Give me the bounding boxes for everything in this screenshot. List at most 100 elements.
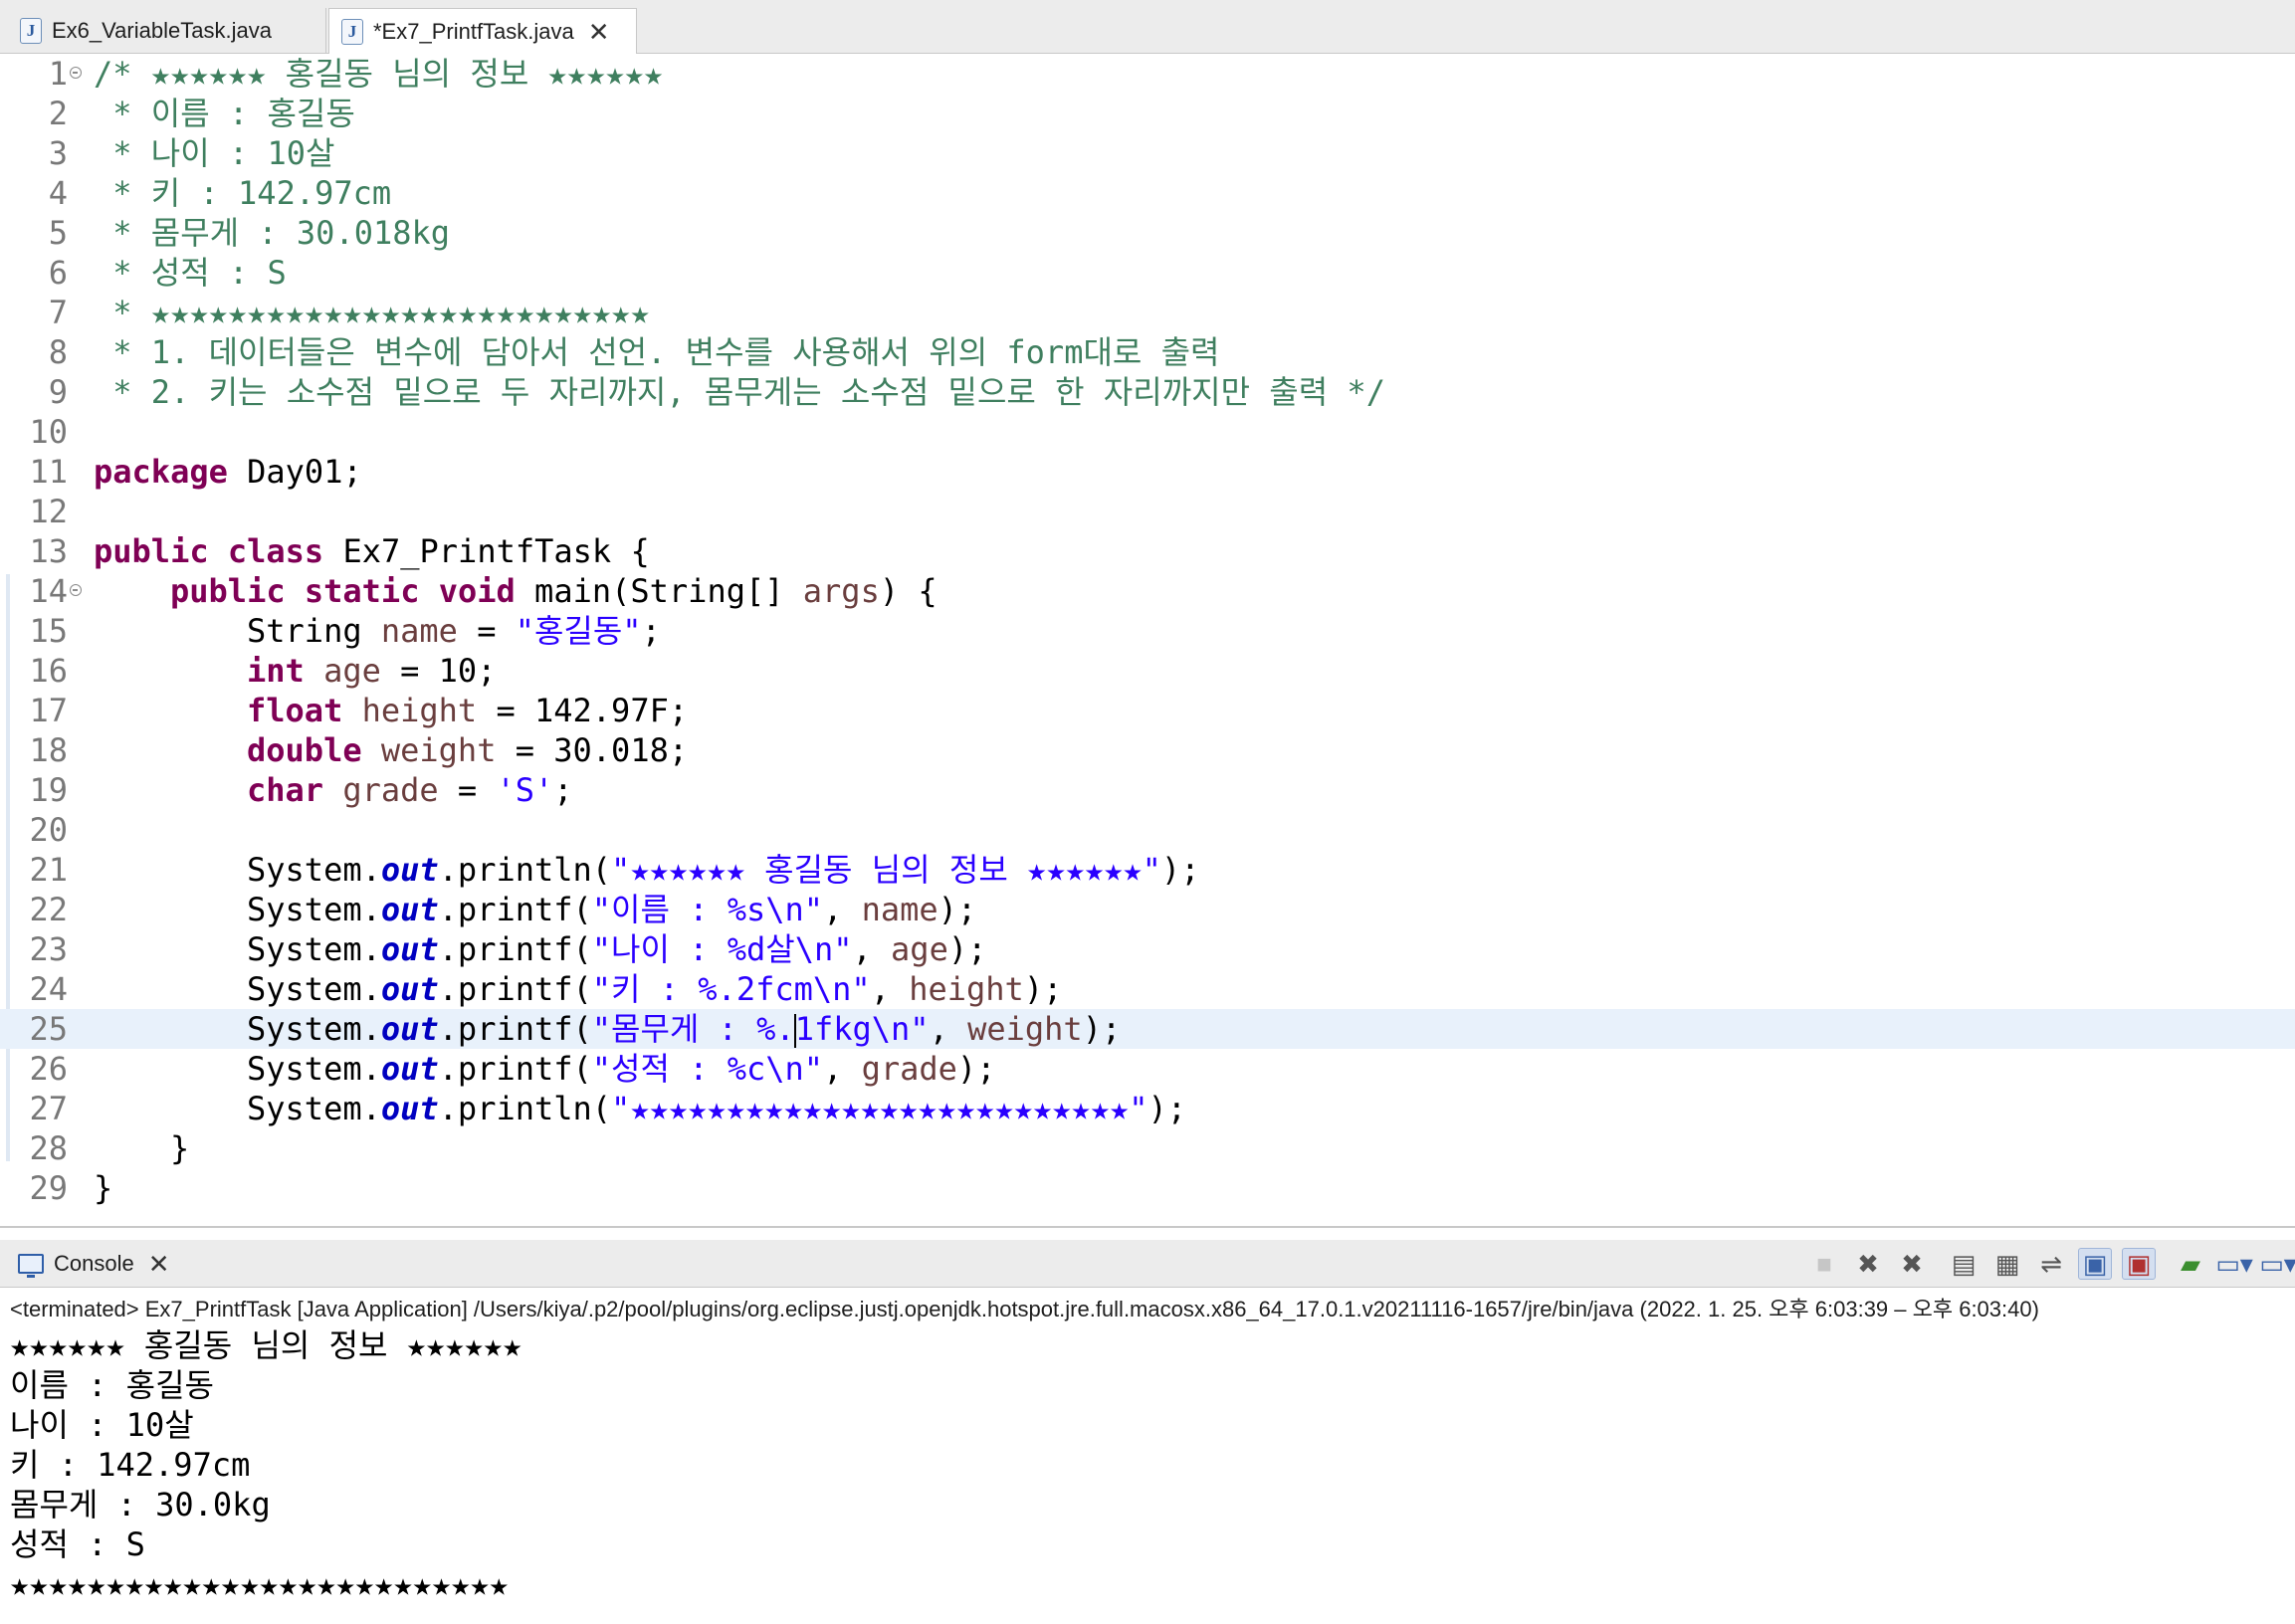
code-line: 24 System.out.printf("키 : %.2fcm\n", hei… — [0, 969, 2295, 1009]
tab-ex7-printftask[interactable]: J *Ex7_PrintfTask.java ✕ — [328, 8, 637, 54]
tab-label: *Ex7_PrintfTask.java — [373, 18, 574, 44]
code-line: 28 } — [0, 1128, 2295, 1168]
console-output[interactable]: ★★★★★★ 홍길동 님의 정보 ★★★★★★ 이름 : 홍길동 나이 : 10… — [10, 1325, 2289, 1624]
static-field: out — [380, 891, 439, 928]
code-line: 13 public class Ex7_PrintfTask { — [0, 531, 2295, 571]
method-call: .println( — [438, 851, 612, 889]
type-name: String — [247, 612, 362, 650]
class-declaration: public class Ex7_PrintfTask { — [94, 531, 650, 571]
string-literal: "키 : %.2fcm\n" — [591, 970, 871, 1008]
code-line: 3 * 나이 : 10살 — [0, 133, 2295, 173]
closing-brace: } — [94, 1169, 113, 1207]
tab-ex6-variabletask[interactable]: J Ex6_VariableTask.java — [8, 8, 326, 54]
method-call: .printf( — [438, 930, 592, 968]
line-number: 28 — [29, 1129, 68, 1167]
tab-console[interactable]: Console ✕ — [8, 1240, 170, 1288]
java-file-icon: J — [341, 18, 363, 45]
class-ref: System. — [247, 930, 381, 968]
numeric-literal: 30.018 — [553, 731, 669, 769]
statement-end: ); — [938, 891, 977, 928]
console-toolbar: ■ ✖ ✖ ▤ ▦ ⇌ ▣ ▣ ▰ ▭▾ ▭▾ — [1797, 1246, 2295, 1282]
code-line: 17 float height = 142.97F; — [0, 691, 2295, 730]
output-line: 키 : 142.97cm — [10, 1446, 251, 1484]
variable-name: grade — [342, 771, 439, 809]
clear-console-icon[interactable]: ▤ — [1947, 1248, 1981, 1280]
class-ref: System. — [247, 970, 381, 1008]
show-on-stderr-icon[interactable]: ▣ — [2122, 1248, 2156, 1280]
keyword: public — [94, 532, 209, 570]
print-statement: System.out.printf("나이 : %d살\n", age); — [247, 929, 986, 969]
keyword: public — [170, 572, 286, 610]
line-number: 8 — [48, 333, 68, 371]
variable-ref: grade — [861, 1050, 957, 1088]
code-editor[interactable]: 1 /* ★★★★★★ 홍길동 님의 정보 ★★★★★★ 2 * 이름 : 홍길… — [0, 54, 2295, 1228]
close-icon[interactable]: ✕ — [588, 19, 610, 45]
fold-collapse-icon[interactable] — [70, 67, 82, 79]
class-ref: System. — [247, 1090, 381, 1127]
comment-text: * 나이 : 10살 — [94, 134, 335, 172]
line-number: 22 — [29, 891, 68, 928]
code-line: 11 package Day01; — [0, 452, 2295, 492]
code-line: 15 String name = "홍길동"; — [0, 611, 2295, 651]
code-line: 22 System.out.printf("이름 : %s\n", name); — [0, 890, 2295, 929]
show-on-stdout-icon[interactable]: ▣ — [2078, 1248, 2112, 1280]
comment-text: * 이름 : 홍길동 — [94, 95, 355, 132]
scroll-lock-icon[interactable]: ▦ — [1990, 1248, 2024, 1280]
string-literal: "홍길동" — [515, 612, 642, 650]
class-name: Ex7_PrintfTask { — [323, 532, 650, 570]
output-line: 성적 : S — [10, 1525, 145, 1563]
java-file-icon: J — [20, 18, 42, 44]
code-line: 1 /* ★★★★★★ 홍길동 님의 정보 ★★★★★★ — [0, 54, 2295, 94]
output-line: 몸무게 : 30.0kg — [10, 1486, 271, 1523]
string-literal: "나이 : %d살\n" — [591, 930, 853, 968]
close-icon[interactable]: ✕ — [148, 1251, 170, 1277]
comment-text: /* ★★★★★★ 홍길동 님의 정보 ★★★★★★ — [94, 55, 664, 93]
package-name: Day01; — [227, 453, 362, 491]
code-line: 26 System.out.printf("성적 : %c\n", grade)… — [0, 1049, 2295, 1089]
string-literal: "성적 : %c\n" — [591, 1050, 824, 1088]
remove-all-terminated-icon[interactable]: ✖ — [1895, 1248, 1929, 1280]
arg-separator: , — [929, 1010, 968, 1048]
line-number: 12 — [29, 493, 68, 530]
print-statement: System.out.printf("몸무게 : %.1fkg\n", weig… — [247, 1009, 1121, 1049]
variable-name: age — [323, 652, 381, 690]
class-ref: System. — [247, 891, 381, 928]
statement-end: ); — [956, 1050, 996, 1088]
line-number: 7 — [48, 294, 68, 331]
variable-declaration: char grade = 'S'; — [247, 771, 573, 809]
code-line: 8 * 1. 데이터들은 변수에 담아서 선언. 변수를 사용해서 위의 for… — [0, 332, 2295, 372]
open-console-icon[interactable]: ▭▾ — [2259, 1248, 2295, 1280]
print-statement: System.out.printf("키 : %.2fcm\n", height… — [247, 969, 1062, 1009]
remove-launch-icon[interactable]: ✖ — [1851, 1248, 1885, 1280]
assign-operator: = — [438, 771, 497, 809]
terminate-icon[interactable]: ■ — [1807, 1248, 1841, 1280]
code-line: 12 — [0, 492, 2295, 531]
keyword: float — [247, 692, 343, 729]
code-line: 4 * 키 : 142.97cm — [0, 173, 2295, 213]
line-number: 29 — [29, 1169, 68, 1207]
method-declaration: public static void main(String[] args) { — [170, 571, 938, 611]
assign-operator: = — [496, 731, 554, 769]
line-number: 6 — [48, 254, 68, 292]
code-line: 7 * ★★★★★★★★★★★★★★★★★★★★★★★★★★ — [0, 293, 2295, 332]
comment-text: * 키 : 142.97cm — [94, 174, 392, 212]
code-line: 9 * 2. 키는 소수점 밑으로 두 자리까지, 몸무게는 소수점 밑으로 한… — [0, 372, 2295, 412]
word-wrap-icon[interactable]: ⇌ — [2034, 1248, 2068, 1280]
fold-collapse-icon[interactable] — [70, 584, 82, 596]
print-statement: System.out.println("★★★★★★★★★★★★★★★★★★★★… — [247, 1089, 1186, 1128]
string-literal: 1fkg\n" — [794, 1010, 930, 1048]
numeric-literal: 10 — [438, 652, 478, 690]
line-number: 4 — [48, 174, 68, 212]
statement-end: ); — [1160, 851, 1200, 889]
statement-end: ); — [1023, 970, 1063, 1008]
line-number: 16 — [29, 652, 68, 690]
arg-separator: , — [823, 1050, 862, 1088]
editor-tab-bar: J Ex6_VariableTask.java J *Ex7_PrintfTas… — [0, 0, 2295, 54]
line-number: 23 — [29, 930, 68, 968]
line-number: 1 — [48, 55, 68, 93]
display-selected-console-icon[interactable]: ▭▾ — [2215, 1248, 2253, 1280]
console-view: Console ✕ ■ ✖ ✖ ▤ ▦ ⇌ ▣ ▣ ▰ ▭▾ ▭▾ <termi… — [0, 1228, 2295, 1620]
pin-console-icon[interactable]: ▰ — [2174, 1248, 2207, 1280]
keyword: static — [304, 572, 420, 610]
variable-declaration: int age = 10; — [247, 652, 497, 690]
